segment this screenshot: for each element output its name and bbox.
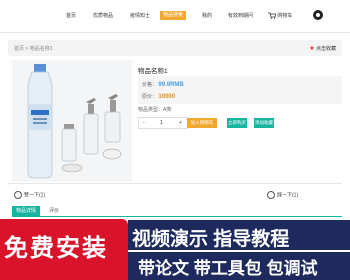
- tab-reviews[interactable]: 评价: [42, 206, 66, 216]
- breadcrumb[interactable]: 首页 > 物品名称1: [14, 45, 52, 52]
- thumbs-down-label: 踩一下(1): [277, 192, 299, 199]
- product-image: [12, 60, 132, 182]
- top-navigation: 首页 优质物品 疫情知士 物品搜索 我的 有效到期问 购物车: [0, 0, 350, 33]
- star-icon: ★: [309, 46, 315, 52]
- add-to-cart-button[interactable]: 加入购物车: [187, 118, 217, 128]
- nav-cart[interactable]: 购物车: [268, 12, 292, 19]
- thumbs-up-button[interactable]: 赞一下(1): [14, 191, 45, 199]
- buy-now-button[interactable]: 立即购买: [227, 118, 247, 128]
- promo-thesis-tools: 带论文 带工具包 包调试: [138, 259, 318, 278]
- nav-mine[interactable]: 我的: [202, 12, 212, 19]
- product-type: 物品类型：A类: [138, 107, 172, 113]
- frown-icon: [267, 191, 275, 199]
- promo-free-install: 免费安装: [4, 235, 108, 262]
- cart-label: 购物车: [277, 13, 293, 19]
- old-price-value: 10000: [158, 94, 176, 100]
- nav-expiry[interactable]: 有效到期问: [228, 12, 253, 19]
- add-favorite-button[interactable]: 添加收藏: [254, 118, 274, 128]
- quantity-stepper: - 1 +: [138, 117, 188, 129]
- cart-icon: [268, 12, 277, 19]
- favorite-link[interactable]: ★ 点击收藏: [309, 45, 336, 52]
- user-avatar-icon[interactable]: [313, 10, 323, 20]
- old-price-label: 原价：: [142, 94, 158, 100]
- price-label: 价格：: [142, 82, 158, 88]
- product-title: 物品名称1: [138, 68, 168, 75]
- nav-search[interactable]: 物品搜索: [160, 11, 186, 20]
- bottles-illustration: [12, 60, 132, 182]
- detail-tabs: 物品详情 评价: [12, 206, 342, 217]
- smile-icon: [14, 191, 22, 199]
- qty-plus-button[interactable]: +: [179, 120, 182, 126]
- divider: [8, 183, 342, 184]
- original-price-row: 原价： 10000: [142, 93, 175, 100]
- tab-details[interactable]: 物品详情: [12, 206, 40, 216]
- nav-home[interactable]: 首页: [66, 12, 76, 19]
- qty-value[interactable]: 1: [160, 120, 163, 126]
- breadcrumb-bar: 首页 > 物品名称1 ★ 点击收藏: [8, 40, 342, 56]
- favorite-label: 点击收藏: [315, 46, 336, 52]
- current-price-row: 价格： 99.9RMB: [142, 81, 184, 88]
- nav-quality-items[interactable]: 优质物品: [93, 12, 113, 19]
- thumbs-down-button[interactable]: 踩一下(1): [267, 191, 298, 199]
- thumbs-up-label: 赞一下(1): [24, 192, 46, 199]
- price-value: 99.9RMB: [158, 82, 184, 88]
- nav-epidemic[interactable]: 疫情知士: [130, 12, 150, 19]
- qty-minus-button[interactable]: -: [143, 120, 145, 126]
- promo-video-demo: 视频演示 指导教程: [132, 229, 290, 250]
- price-box: 价格： 99.9RMB 原价： 10000: [138, 76, 342, 104]
